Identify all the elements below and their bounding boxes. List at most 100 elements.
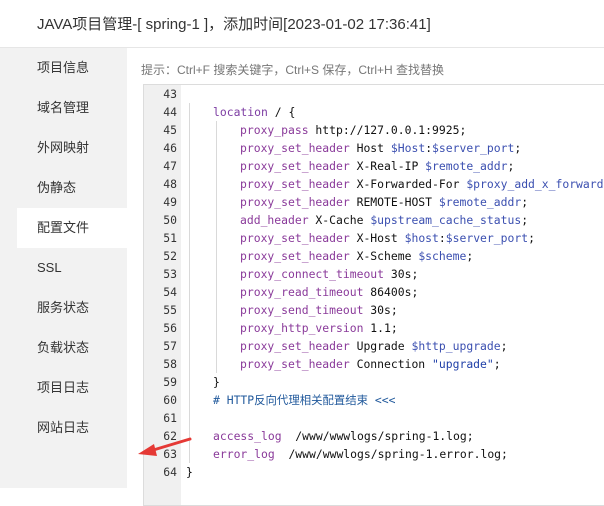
indent-guide	[216, 265, 217, 283]
line-number: 44	[163, 105, 177, 119]
code-line: 45 proxy_pass http://127.0.0.1:9925;	[144, 121, 604, 139]
indent-guide	[216, 121, 217, 139]
code-line: 62 access_log /www/wwwlogs/spring-1.log;	[144, 427, 604, 445]
line-number: 56	[163, 321, 177, 335]
code-token: 30s;	[363, 303, 398, 317]
indent-guide	[216, 319, 217, 337]
code-token: X-Forwarded-For	[349, 177, 467, 191]
code-token: $server_port	[432, 141, 515, 155]
indent-guide	[189, 409, 190, 427]
line-number: 60	[163, 393, 177, 407]
editor-hint: 提示：Ctrl+F 搜索关键字，Ctrl+S 保存，Ctrl+H 查找替换	[141, 63, 445, 77]
code-token: /www/wwwlogs/spring-1.error.log;	[274, 447, 508, 461]
line-number: 57	[163, 339, 177, 353]
code-token: / {	[267, 105, 296, 119]
indent-guide	[216, 247, 217, 265]
line-number: 63	[163, 447, 177, 461]
code-line: 61	[144, 409, 604, 427]
indent-guide	[216, 355, 217, 373]
code-token: proxy_set_header	[240, 177, 350, 191]
code-token: 1.1;	[363, 321, 398, 335]
dialog-header: JAVA项目管理-[ spring-1 ]，添加时间[2023-01-02 17…	[0, 0, 604, 48]
indent-guide	[189, 373, 190, 391]
sidebar-item[interactable]: 配置文件	[17, 208, 127, 248]
code-token: # HTTP反向代理相关配置结束 <<<	[213, 393, 396, 407]
line-code: proxy_set_header X-Real-IP $remote_addr;	[240, 157, 514, 175]
line-code: proxy_set_header Upgrade $http_upgrade;	[240, 337, 507, 355]
indent-guide	[216, 283, 217, 301]
sidebar-item[interactable]: SSL	[17, 248, 127, 288]
indent-guide	[216, 193, 217, 211]
code-token: ;	[507, 159, 515, 173]
code-line: 46 proxy_set_header Host $Host:$server_po…	[144, 139, 604, 157]
line-code: proxy_set_header Connection "upgrade";	[240, 355, 501, 373]
code-token: error_log	[213, 447, 275, 461]
indent-guide	[216, 175, 217, 193]
indent-guide	[189, 319, 190, 337]
code-token: ;	[528, 231, 535, 245]
code-line: 49 proxy_set_header REMOTE-HOST $remote_a…	[144, 193, 604, 211]
sidebar-item[interactable]: 外网映射	[17, 128, 127, 168]
code-line: 51 proxy_set_header X-Host $host:$server_…	[144, 229, 604, 247]
code-token: proxy_set_header	[240, 159, 350, 173]
line-code: location / {	[213, 103, 295, 121]
indent-guide	[189, 301, 190, 319]
code-token: :	[438, 231, 446, 245]
code-token: /www/wwwlogs/spring-1.log;	[281, 429, 474, 443]
line-number: 64	[163, 465, 177, 479]
code-token: }	[186, 465, 193, 479]
sidebar: 项目信息 域名管理 外网映射 伪静态 配置文件 SSL 服务状态 负载状态 项目日志 网站日志	[17, 48, 127, 488]
line-number: 49	[163, 195, 177, 209]
code-token: ;	[514, 141, 522, 155]
line-number: 47	[163, 159, 177, 173]
line-code: proxy_set_header REMOTE-HOST $remote_add…	[240, 193, 528, 211]
line-code: add_header X-Cache $upstream_cache_statu…	[240, 211, 528, 229]
code-editor[interactable]: 43 44 location / {45 proxy_pass http://127.…	[143, 84, 604, 506]
code-token: $upstream_cache_status	[370, 213, 522, 227]
code-line: 57 proxy_set_header Upgrade $http_upgrade…	[144, 337, 604, 355]
code-token: $proxy_add_x_forwarded_	[466, 177, 604, 191]
line-code: proxy_set_header X-Host $host:$server_po…	[240, 229, 535, 247]
sidebar-item[interactable]: 项目信息	[17, 48, 127, 88]
dialog-title: JAVA项目管理-[ spring-1 ]，添加时间[2023-01-02 17…	[37, 16, 431, 33]
code-token: 86400s;	[363, 285, 419, 299]
line-number: 59	[163, 375, 177, 389]
line-number: 46	[163, 141, 177, 155]
code-token: $scheme	[418, 249, 467, 263]
code-token: $remote_addr	[425, 159, 508, 173]
indent-guide	[216, 211, 217, 229]
line-code: }	[213, 373, 220, 391]
code-line: 56 proxy_http_version 1.1;	[144, 319, 604, 337]
indent-guide	[189, 229, 190, 247]
code-token: ;	[500, 339, 508, 353]
code-token: location	[213, 105, 268, 119]
code-token: $remote_addr	[438, 195, 522, 209]
line-number: 54	[163, 285, 177, 299]
sidebar-item[interactable]: 域名管理	[17, 88, 127, 128]
indent-guide	[189, 283, 190, 301]
indent-guide	[216, 301, 217, 319]
sidebar-item[interactable]: 伪静态	[17, 168, 127, 208]
code-token: REMOTE-HOST	[349, 195, 439, 209]
code-token: proxy_set_header	[240, 357, 350, 371]
code-line: 58 proxy_set_header Connection "upgrade";	[144, 355, 604, 373]
sidebar-item[interactable]: 项目日志	[17, 368, 127, 408]
sidebar-item[interactable]: 网站日志	[17, 408, 127, 448]
sidebar-item[interactable]: 负载状态	[17, 328, 127, 368]
line-number: 45	[163, 123, 177, 137]
code-token: proxy_set_header	[240, 195, 350, 209]
line-code: proxy_http_version 1.1;	[240, 319, 398, 337]
sidebar-item[interactable]: 服务状态	[17, 288, 127, 328]
code-line: 50 add_header X-Cache $upstream_cache_sta…	[144, 211, 604, 229]
code-token: ;	[521, 213, 529, 227]
line-number: 55	[163, 303, 177, 317]
line-number: 48	[163, 177, 177, 191]
code-line: 43	[144, 85, 604, 103]
code-line: 64}	[144, 463, 604, 481]
line-number: 53	[163, 267, 177, 281]
code-line: 54 proxy_read_timeout 86400s;	[144, 283, 604, 301]
code-token: Connection	[349, 357, 433, 371]
indent-guide	[189, 247, 190, 265]
indent-guide	[189, 121, 190, 139]
line-number: 51	[163, 231, 177, 245]
